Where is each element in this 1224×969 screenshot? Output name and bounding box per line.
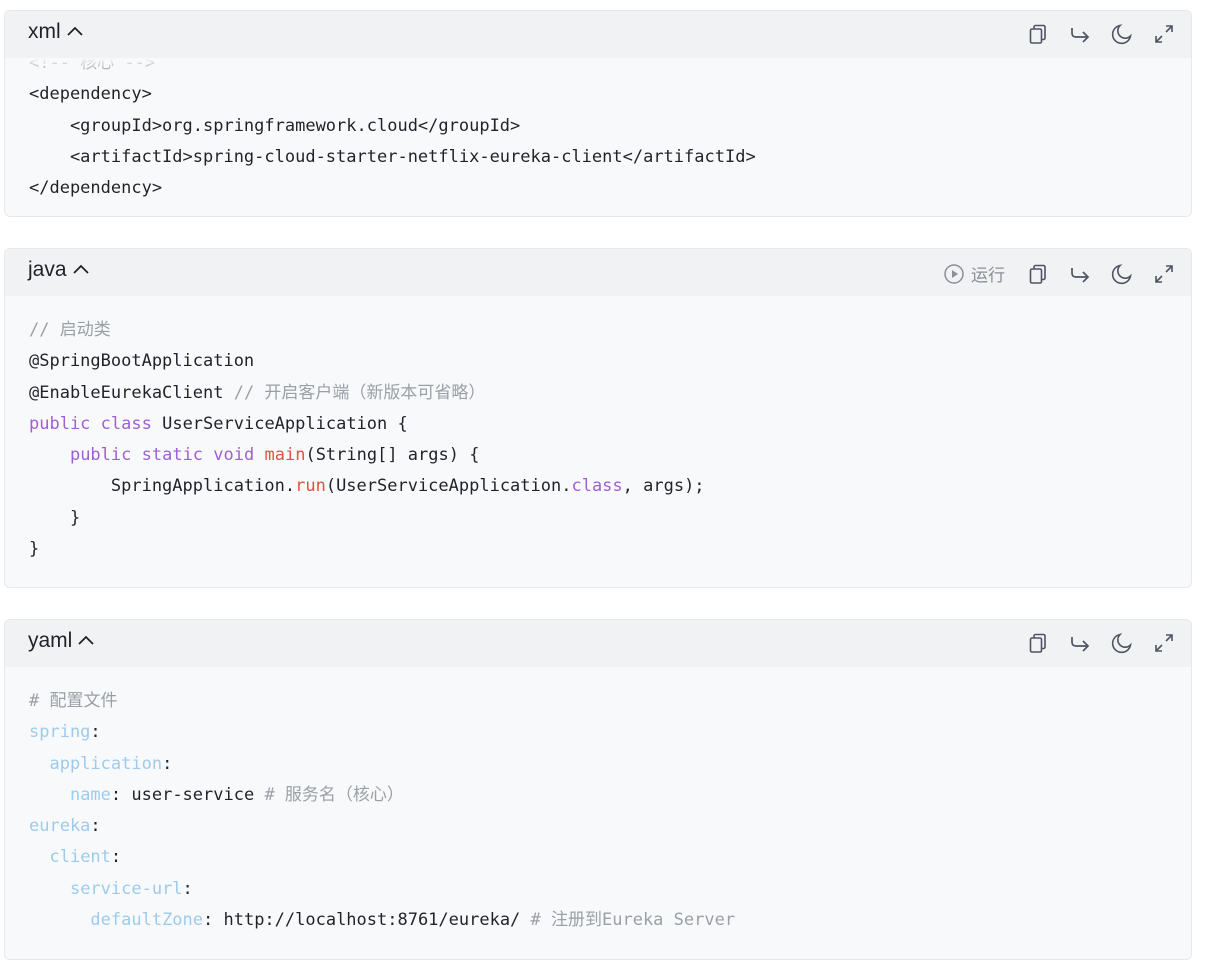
fullscreen-button[interactable] [1153, 632, 1175, 654]
fullscreen-button[interactable] [1153, 23, 1175, 45]
share-icon [1069, 23, 1091, 45]
code-block-header: yaml [5, 620, 1191, 667]
fullscreen-button[interactable] [1153, 263, 1175, 285]
code-block-xml: <!-- 核心 --> <dependency> <groupId>org.sp… [4, 10, 1192, 217]
language-toggle[interactable]: xml [28, 20, 85, 44]
code-toolbar [1007, 23, 1175, 45]
code-line: </dependency> [29, 178, 163, 199]
code-toolbar: 运行 [943, 261, 1175, 286]
fullscreen-icon [1153, 23, 1175, 45]
code-line: defaultZone: http://localhost:8761/eurek… [90, 910, 736, 931]
fullscreen-icon [1153, 632, 1175, 654]
chevron-up-icon [71, 260, 91, 280]
code-line: } [29, 539, 40, 560]
code-line: <artifactId>spring-cloud-starter-netflix… [29, 146, 756, 167]
code-line: } [29, 507, 81, 528]
run-label: 运行 [971, 266, 1005, 285]
play-icon [943, 263, 965, 285]
dark-mode-icon [1111, 263, 1133, 285]
code-block-header: java 运行 [5, 249, 1191, 296]
dark-mode-button[interactable] [1111, 632, 1133, 654]
code-line: public class UserServiceApplication { [29, 413, 408, 434]
code-line: @EnableEurekaClient // 开启客户端（新版本可省略） [29, 382, 486, 403]
copy-icon [1027, 263, 1049, 285]
language-toggle[interactable]: yaml [28, 629, 96, 653]
share-button[interactable] [1069, 632, 1091, 654]
language-label: xml [28, 20, 61, 43]
share-button[interactable] [1069, 23, 1091, 45]
copy-icon [1027, 632, 1049, 654]
code-line: // 启动类 [29, 320, 111, 340]
code-line: name: user-service # 服务名（核心） [69, 784, 404, 805]
dark-mode-button[interactable] [1111, 23, 1133, 45]
code-line: public static void main(String[] args) { [69, 445, 480, 466]
code-content: <!-- 核心 --> <dependency> <groupId>org.sp… [29, 48, 756, 204]
code-line: @SpringBootApplication [29, 351, 255, 372]
copy-button[interactable] [1027, 23, 1049, 45]
code-line: # 配置文件 [29, 691, 118, 711]
copy-button[interactable] [1027, 632, 1049, 654]
language-label: yaml [28, 629, 73, 652]
code-line: <dependency> [29, 84, 152, 105]
code-line: SpringApplication.run(UserServiceApplica… [29, 476, 705, 497]
chevron-up-icon [65, 22, 85, 42]
run-button[interactable]: 运行 [943, 261, 1005, 286]
dark-mode-icon [1111, 632, 1133, 654]
share-button[interactable] [1069, 263, 1091, 285]
share-icon [1069, 263, 1091, 285]
code-line: application: [49, 753, 173, 774]
code-line: spring: [29, 722, 101, 743]
code-line: service-url: [69, 878, 193, 899]
share-icon [1069, 632, 1091, 654]
dark-mode-icon [1111, 23, 1133, 45]
fullscreen-icon [1153, 263, 1175, 285]
code-content: # 配置文件 spring: application: name: user-s… [29, 686, 735, 936]
dark-mode-button[interactable] [1111, 263, 1133, 285]
copy-icon [1027, 23, 1049, 45]
code-content: // 启动类 @SpringBootApplication @EnableEur… [29, 315, 705, 565]
code-block-header: xml [5, 11, 1191, 58]
code-line: <groupId>org.springframework.cloud</grou… [29, 115, 521, 136]
chevron-up-icon [76, 631, 96, 651]
code-block-yaml: yaml # 配置文件 spring: application: name: u… [4, 619, 1192, 960]
copy-button[interactable] [1027, 263, 1049, 285]
language-toggle[interactable]: java [28, 258, 91, 282]
language-label: java [28, 258, 67, 281]
code-toolbar [1007, 632, 1175, 654]
code-line: eureka: [29, 816, 101, 837]
code-block-java: java 运行 // 启动类 @SpringBootApplication @E… [4, 248, 1192, 588]
code-line: client: [49, 847, 122, 868]
